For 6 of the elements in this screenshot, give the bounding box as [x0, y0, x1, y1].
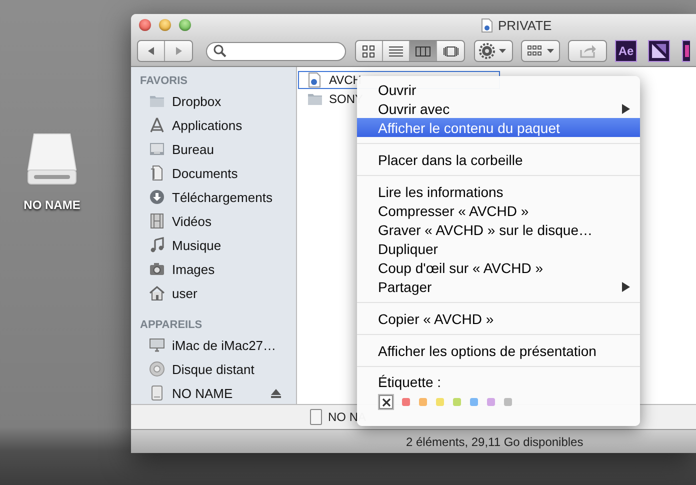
label-heading: Étiquette : [377, 373, 442, 392]
section-heading: APPAREILS [139, 318, 204, 333]
status-text: 2 éléments, 29,11 Go disponibles [406, 434, 584, 448]
section-heading: FAVORIS [139, 74, 188, 89]
window-title: PRIVATE [498, 18, 552, 33]
drive-label: NO NAME [24, 198, 80, 212]
